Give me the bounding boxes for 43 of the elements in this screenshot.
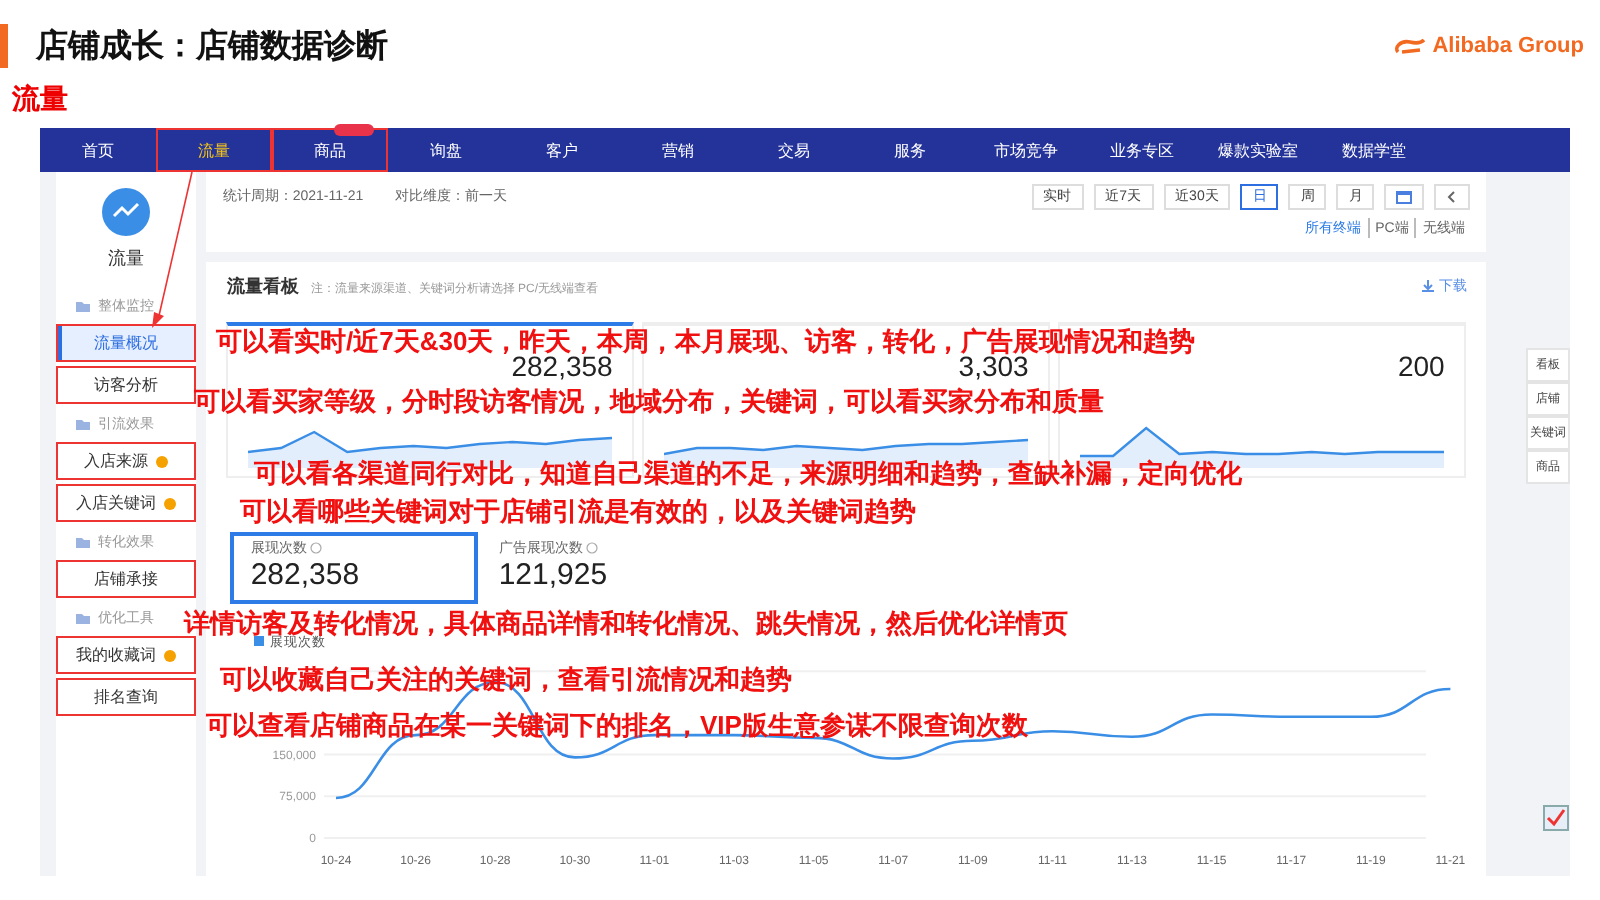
nav-tab[interactable]: 营销 xyxy=(620,128,736,172)
logo-text: Alibaba Group xyxy=(1432,34,1584,58)
info-icon xyxy=(586,542,599,554)
annotation-text: 详情访客及转化情况，具体商品详情和转化情况、跳失情况，然后优化详情页 xyxy=(184,608,1068,638)
previous-button[interactable] xyxy=(1434,183,1471,209)
nav-tab[interactable]: 询盘 xyxy=(388,128,504,172)
folder-icon xyxy=(76,535,90,547)
slide-title: 店铺成长：店铺数据诊断 xyxy=(36,26,388,67)
nav-tab[interactable]: 市场竞争 xyxy=(968,128,1084,172)
chevron-left-icon xyxy=(1446,189,1459,203)
sidebar-title: 流量 xyxy=(108,246,145,272)
panel-title: 流量看板 xyxy=(226,274,299,300)
calendar-button[interactable] xyxy=(1384,183,1425,209)
sidebar-item[interactable]: 访客分析 xyxy=(56,366,197,404)
nav-tab[interactable]: 数据学堂 xyxy=(1316,128,1432,172)
nav-tab[interactable]: 爆款实验室 xyxy=(1200,128,1316,172)
logo-icon xyxy=(1394,37,1427,55)
annotation-text: 可以看哪些关键词对于店铺引流是有效的，以及关键词趋势 xyxy=(240,496,916,526)
download-icon xyxy=(1422,280,1435,292)
nav-tab[interactable]: 流量 xyxy=(156,128,272,172)
nav-tab[interactable]: 首页 xyxy=(40,128,156,172)
sidebar-item[interactable]: 排名查询 xyxy=(56,678,197,716)
info-icon xyxy=(310,542,323,554)
feedback-icon[interactable] xyxy=(1542,804,1570,832)
annotation-text: 可以看实时/近7天&30天，昨天，本周，本月展现、访客，转化，广告展现情况和趋势 xyxy=(216,326,1196,356)
nav-tab[interactable]: 客户 xyxy=(504,128,620,172)
sidebar-item[interactable]: 入店关键词 xyxy=(56,484,197,522)
nav-tab[interactable]: 交易 xyxy=(736,128,852,172)
sidebar-item[interactable]: 入店来源 xyxy=(56,442,197,480)
nav-tab[interactable]: 服务 xyxy=(852,128,968,172)
folder-icon xyxy=(76,417,90,429)
calendar-icon xyxy=(1396,189,1413,203)
chart-icon xyxy=(102,188,151,236)
metric-value: 200 xyxy=(1397,350,1445,386)
annotation-text: 可以看买家等级，分时段访客情况，地域分布，关键词，可以看买家分布和质量 xyxy=(194,386,1104,416)
sidebar-item[interactable]: 流量概况 xyxy=(56,324,197,362)
folder-icon xyxy=(76,611,90,623)
section-title: 流量 xyxy=(12,80,70,116)
folder-icon xyxy=(76,299,90,311)
annotation-text: 可以看各渠道同行对比，知道自己渠道的不足，来源明细和趋势，查缺补漏，定向优化 xyxy=(254,458,1242,488)
sidebar-item[interactable]: 店铺承接 xyxy=(56,560,197,598)
nav-tab[interactable]: 业务专区 xyxy=(1084,128,1200,172)
sidebar-item[interactable]: 我的收藏词 xyxy=(56,636,197,674)
